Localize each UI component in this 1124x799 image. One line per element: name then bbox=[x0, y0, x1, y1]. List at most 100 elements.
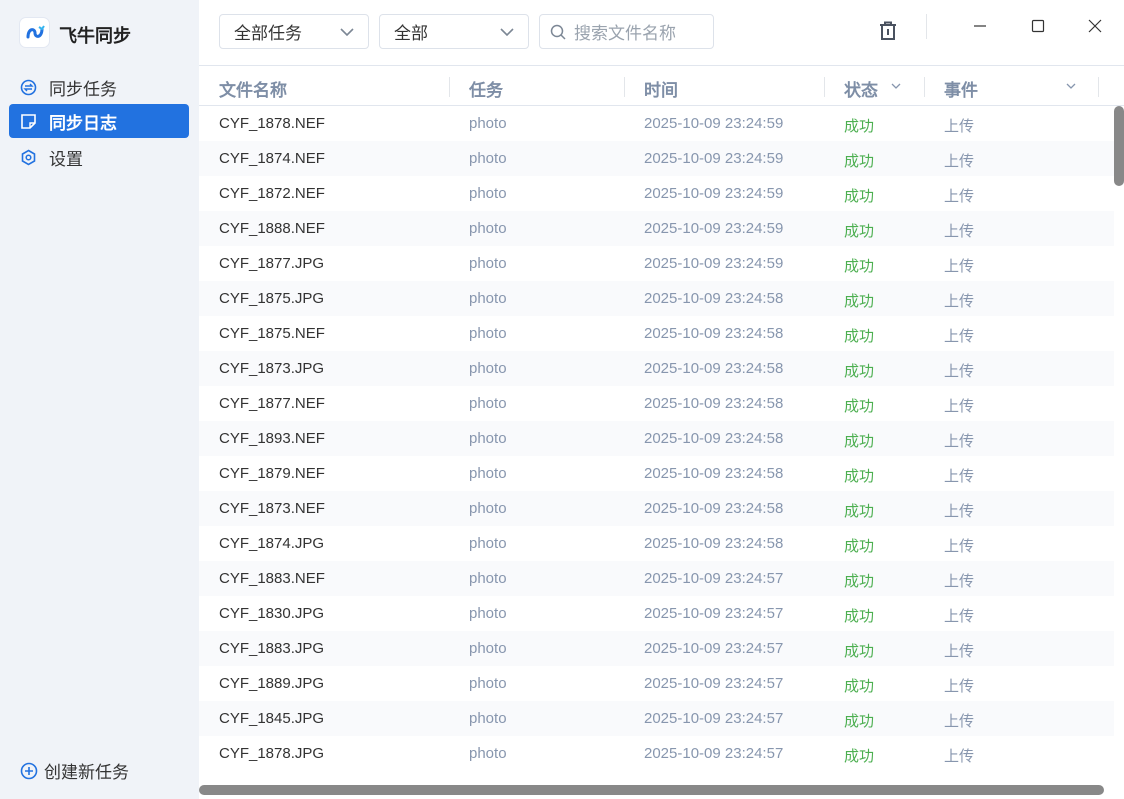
search-input[interactable]: 搜索文件名称 bbox=[539, 14, 714, 49]
column-divider[interactable] bbox=[449, 77, 450, 97]
table-row[interactable]: CYF_1879.NEF photo 2025-10-09 23:24:58 成功 上传 bbox=[199, 456, 1114, 491]
cell-event: 上传 bbox=[944, 503, 975, 520]
minimize-button[interactable] bbox=[965, 11, 995, 41]
cell-event: 上传 bbox=[944, 573, 975, 590]
cell-time: 2025-10-09 23:24:58 bbox=[644, 465, 784, 482]
table-row[interactable]: CYF_1874.NEF photo 2025-10-09 23:24:59 成功 上传 bbox=[199, 141, 1114, 176]
cell-filename: CYF_1877.JPG bbox=[219, 255, 325, 272]
status-filter-select[interactable]: 全部 bbox=[379, 14, 529, 49]
sidebar-item-sync-log[interactable]: 同步日志 bbox=[9, 104, 189, 138]
cell-event: 上传 bbox=[944, 468, 975, 485]
cell-time: 2025-10-09 23:24:58 bbox=[644, 325, 784, 342]
cell-time: 2025-10-09 23:24:58 bbox=[644, 535, 784, 552]
table-row[interactable]: CYF_1873.NEF photo 2025-10-09 23:24:58 成功 上传 bbox=[199, 491, 1114, 526]
cell-task: photo bbox=[469, 185, 507, 202]
cell-event: 上传 bbox=[944, 748, 975, 765]
table-row[interactable]: CYF_1873.JPG photo 2025-10-09 23:24:58 成功 上传 bbox=[199, 351, 1114, 386]
cell-status: 成功 bbox=[844, 713, 875, 730]
cell-task: photo bbox=[469, 150, 507, 167]
task-filter-select[interactable]: 全部任务 bbox=[219, 14, 369, 49]
cell-status: 成功 bbox=[844, 503, 875, 520]
table-row[interactable]: CYF_1883.NEF photo 2025-10-09 23:24:57 成功 上传 bbox=[199, 561, 1114, 596]
cell-time: 2025-10-09 23:24:59 bbox=[644, 185, 784, 202]
cell-time: 2025-10-09 23:24:57 bbox=[644, 710, 784, 727]
sidebar-item-sync-tasks[interactable]: 同步任务 bbox=[9, 70, 189, 104]
header-status[interactable]: 状态 bbox=[844, 76, 878, 101]
cell-status: 成功 bbox=[844, 748, 875, 765]
cell-task: photo bbox=[469, 605, 507, 622]
table-row[interactable]: CYF_1878.JPG photo 2025-10-09 23:24:57 成功 上传 bbox=[199, 736, 1114, 771]
column-divider[interactable] bbox=[924, 77, 925, 97]
sidebar-item-label: 设置 bbox=[49, 149, 83, 169]
delete-button[interactable] bbox=[873, 16, 903, 46]
table-row[interactable]: CYF_1874.JPG photo 2025-10-09 23:24:58 成功 上传 bbox=[199, 526, 1114, 561]
close-button[interactable] bbox=[1080, 11, 1110, 41]
column-divider[interactable] bbox=[824, 77, 825, 97]
cell-time: 2025-10-09 23:24:57 bbox=[644, 675, 784, 692]
cell-task: photo bbox=[469, 325, 507, 342]
status-filter-value: 全部 bbox=[394, 24, 428, 43]
cell-time: 2025-10-09 23:24:59 bbox=[644, 220, 784, 237]
cell-status: 成功 bbox=[844, 468, 875, 485]
create-task-label: 创建新任务 bbox=[44, 763, 129, 782]
cell-time: 2025-10-09 23:24:57 bbox=[644, 640, 784, 657]
maximize-button[interactable] bbox=[1023, 11, 1053, 41]
table-row[interactable]: CYF_1877.JPG photo 2025-10-09 23:24:59 成功 上传 bbox=[199, 246, 1114, 281]
table-header: 文件名称 任务 时间 状态 事件 bbox=[199, 65, 1124, 106]
header-event[interactable]: 事件 bbox=[944, 76, 978, 101]
cell-time: 2025-10-09 23:24:59 bbox=[644, 115, 784, 132]
table-row[interactable]: CYF_1889.JPG photo 2025-10-09 23:24:57 成功 上传 bbox=[199, 666, 1114, 701]
create-task-button[interactable]: 创建新任务 bbox=[20, 758, 129, 783]
status-filter-chevron-icon[interactable] bbox=[891, 83, 901, 89]
header-filename[interactable]: 文件名称 bbox=[219, 76, 287, 101]
cell-filename: CYF_1883.NEF bbox=[219, 570, 325, 587]
table-row[interactable]: CYF_1830.JPG photo 2025-10-09 23:24:57 成功 上传 bbox=[199, 596, 1114, 631]
app-logo-icon bbox=[19, 17, 50, 48]
cell-filename: CYF_1874.JPG bbox=[219, 535, 325, 552]
cell-event: 上传 bbox=[944, 363, 975, 380]
cell-time: 2025-10-09 23:24:57 bbox=[644, 570, 784, 587]
cell-filename: CYF_1889.JPG bbox=[219, 675, 325, 692]
cell-event: 上传 bbox=[944, 223, 975, 240]
sidebar: 飞牛同步 同步任务 同步日志 设置 创建新任务 bbox=[0, 0, 199, 799]
cell-time: 2025-10-09 23:24:58 bbox=[644, 360, 784, 377]
horizontal-scrollbar[interactable] bbox=[199, 785, 1104, 795]
table-row[interactable]: CYF_1893.NEF photo 2025-10-09 23:24:58 成功 上传 bbox=[199, 421, 1114, 456]
cell-event: 上传 bbox=[944, 398, 975, 415]
cell-time: 2025-10-09 23:24:58 bbox=[644, 500, 784, 517]
cell-time: 2025-10-09 23:24:58 bbox=[644, 430, 784, 447]
sidebar-item-settings[interactable]: 设置 bbox=[9, 140, 189, 174]
cell-event: 上传 bbox=[944, 188, 975, 205]
column-divider[interactable] bbox=[1098, 77, 1099, 97]
table-row[interactable]: CYF_1883.JPG photo 2025-10-09 23:24:57 成功 上传 bbox=[199, 631, 1114, 666]
cell-task: photo bbox=[469, 570, 507, 587]
cell-event: 上传 bbox=[944, 643, 975, 660]
cell-task: photo bbox=[469, 710, 507, 727]
table-row[interactable]: CYF_1877.NEF photo 2025-10-09 23:24:58 成功 上传 bbox=[199, 386, 1114, 421]
cell-status: 成功 bbox=[844, 678, 875, 695]
cell-filename: CYF_1883.JPG bbox=[219, 640, 325, 657]
cell-task: photo bbox=[469, 290, 507, 307]
cell-filename: CYF_1879.NEF bbox=[219, 465, 325, 482]
table-row[interactable]: CYF_1872.NEF photo 2025-10-09 23:24:59 成功 上传 bbox=[199, 176, 1114, 211]
header-time[interactable]: 时间 bbox=[644, 76, 678, 101]
table-row[interactable]: CYF_1875.JPG photo 2025-10-09 23:24:58 成功 上传 bbox=[199, 281, 1114, 316]
cell-status: 成功 bbox=[844, 153, 875, 170]
cell-time: 2025-10-09 23:24:59 bbox=[644, 150, 784, 167]
table-row[interactable]: CYF_1878.NEF photo 2025-10-09 23:24:59 成功 上传 bbox=[199, 106, 1114, 141]
cell-task: photo bbox=[469, 640, 507, 657]
gear-icon bbox=[21, 149, 36, 165]
table-row[interactable]: CYF_1845.JPG photo 2025-10-09 23:24:57 成功 上传 bbox=[199, 701, 1114, 736]
cell-filename: CYF_1873.JPG bbox=[219, 360, 325, 377]
cell-task: photo bbox=[469, 675, 507, 692]
table-row[interactable]: CYF_1888.NEF photo 2025-10-09 23:24:59 成功 上传 bbox=[199, 211, 1114, 246]
task-filter-value: 全部任务 bbox=[234, 24, 302, 43]
cell-task: photo bbox=[469, 360, 507, 377]
column-divider[interactable] bbox=[624, 77, 625, 97]
header-task[interactable]: 任务 bbox=[469, 76, 503, 101]
table-row[interactable]: CYF_1875.NEF photo 2025-10-09 23:24:58 成功 上传 bbox=[199, 316, 1114, 351]
cell-event: 上传 bbox=[944, 293, 975, 310]
cell-event: 上传 bbox=[944, 433, 975, 450]
event-filter-chevron-icon[interactable] bbox=[1066, 83, 1076, 89]
vertical-scrollbar[interactable] bbox=[1114, 106, 1124, 186]
